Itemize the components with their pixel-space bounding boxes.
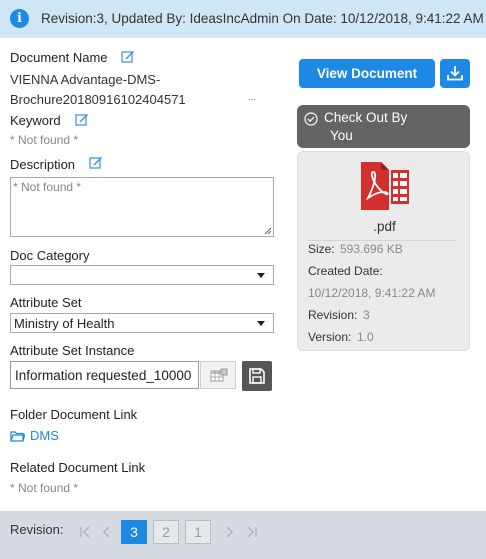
attribute-set-value: Ministry of Health — [14, 316, 115, 331]
keyword-value: * Not found * — [10, 133, 79, 147]
folder-icon — [10, 431, 25, 442]
edit-icon[interactable] — [121, 49, 135, 63]
page-button[interactable]: 3 — [121, 520, 147, 544]
folder-document-link-label: Folder Document Link — [10, 407, 138, 422]
first-page-icon[interactable] — [78, 525, 92, 539]
description-placeholder: * Not found * — [13, 180, 82, 194]
related-document-link-label: Related Document Link — [10, 460, 146, 475]
download-icon — [447, 66, 463, 81]
view-document-button[interactable]: View Document — [299, 59, 435, 88]
prev-page-icon[interactable] — [100, 525, 114, 539]
keyword-label: Keyword — [10, 113, 61, 128]
last-page-icon[interactable] — [245, 525, 259, 539]
page-button[interactable]: 1 — [185, 520, 211, 544]
document-name-value-line2: Brochure20180916102404571 — [10, 92, 186, 107]
created-date-label: Created Date: — [308, 264, 383, 278]
attribute-set-instance-input[interactable]: Information requested_10000 — [10, 361, 199, 389]
description-textarea[interactable]: * Not found * — [10, 177, 274, 237]
document-name-value-line1: VIENNA Advantage-DMS- — [10, 72, 161, 87]
attribute-set-instance-value: Information requested_10000 — [15, 368, 192, 383]
edit-icon[interactable] — [89, 155, 103, 169]
file-info-card: .pdf Size: 593.696 KB Created Date: 10/1… — [297, 151, 470, 351]
version-label: Version: — [308, 330, 352, 344]
attribute-grid-button[interactable] — [200, 361, 236, 389]
version-value: 1.0 — [357, 330, 374, 344]
folder-link[interactable]: DMS — [30, 428, 59, 443]
chevron-down-icon — [257, 273, 265, 278]
doc-category-label: Doc Category — [10, 248, 90, 263]
doc-category-select[interactable] — [10, 265, 274, 285]
save-button[interactable] — [242, 361, 272, 391]
grid-icon — [210, 368, 228, 382]
pager-revision-label: Revision: — [10, 522, 64, 537]
checkout-text-line1: Check Out By — [324, 110, 408, 125]
save-icon — [249, 368, 265, 384]
size-label: Size: — [308, 242, 335, 256]
edit-icon[interactable] — [75, 112, 89, 126]
revision-pager: Revision: 3 2 1 — [0, 511, 486, 559]
attribute-set-instance-label: Attribute Set Instance — [10, 343, 135, 358]
document-name-label: Document Name — [10, 50, 108, 65]
attribute-set-label: Attribute Set — [10, 295, 82, 310]
size-value: 593.696 KB — [340, 242, 403, 256]
divider — [308, 240, 457, 241]
checkout-text-line2: You — [330, 128, 353, 143]
resize-grip-icon[interactable] — [264, 227, 272, 235]
created-date-value: 10/12/2018, 9:41:22 AM — [308, 286, 436, 300]
info-text: Revision:3, Updated By: IdeasIncAdmin On… — [41, 11, 484, 26]
pdf-file-icon[interactable] — [359, 158, 411, 212]
checkout-status: Check Out By You — [297, 105, 470, 148]
next-page-icon[interactable] — [222, 525, 236, 539]
page-button[interactable]: 2 — [153, 520, 179, 544]
check-circle-icon — [304, 112, 318, 126]
info-icon: i — [10, 9, 29, 28]
related-document-link-value: * Not found * — [10, 481, 79, 495]
attribute-set-select[interactable]: Ministry of Health — [10, 313, 274, 333]
file-extension: .pdf — [373, 219, 396, 234]
description-label: Description — [10, 157, 76, 172]
revision-label: Revision: — [308, 308, 358, 322]
info-bar: i Revision:3, Updated By: IdeasIncAdmin … — [0, 0, 486, 38]
revision-value: 3 — [363, 308, 370, 322]
download-button[interactable] — [440, 59, 470, 88]
chevron-down-icon — [257, 321, 265, 326]
more-ellipsis[interactable]: ... — [248, 92, 256, 103]
